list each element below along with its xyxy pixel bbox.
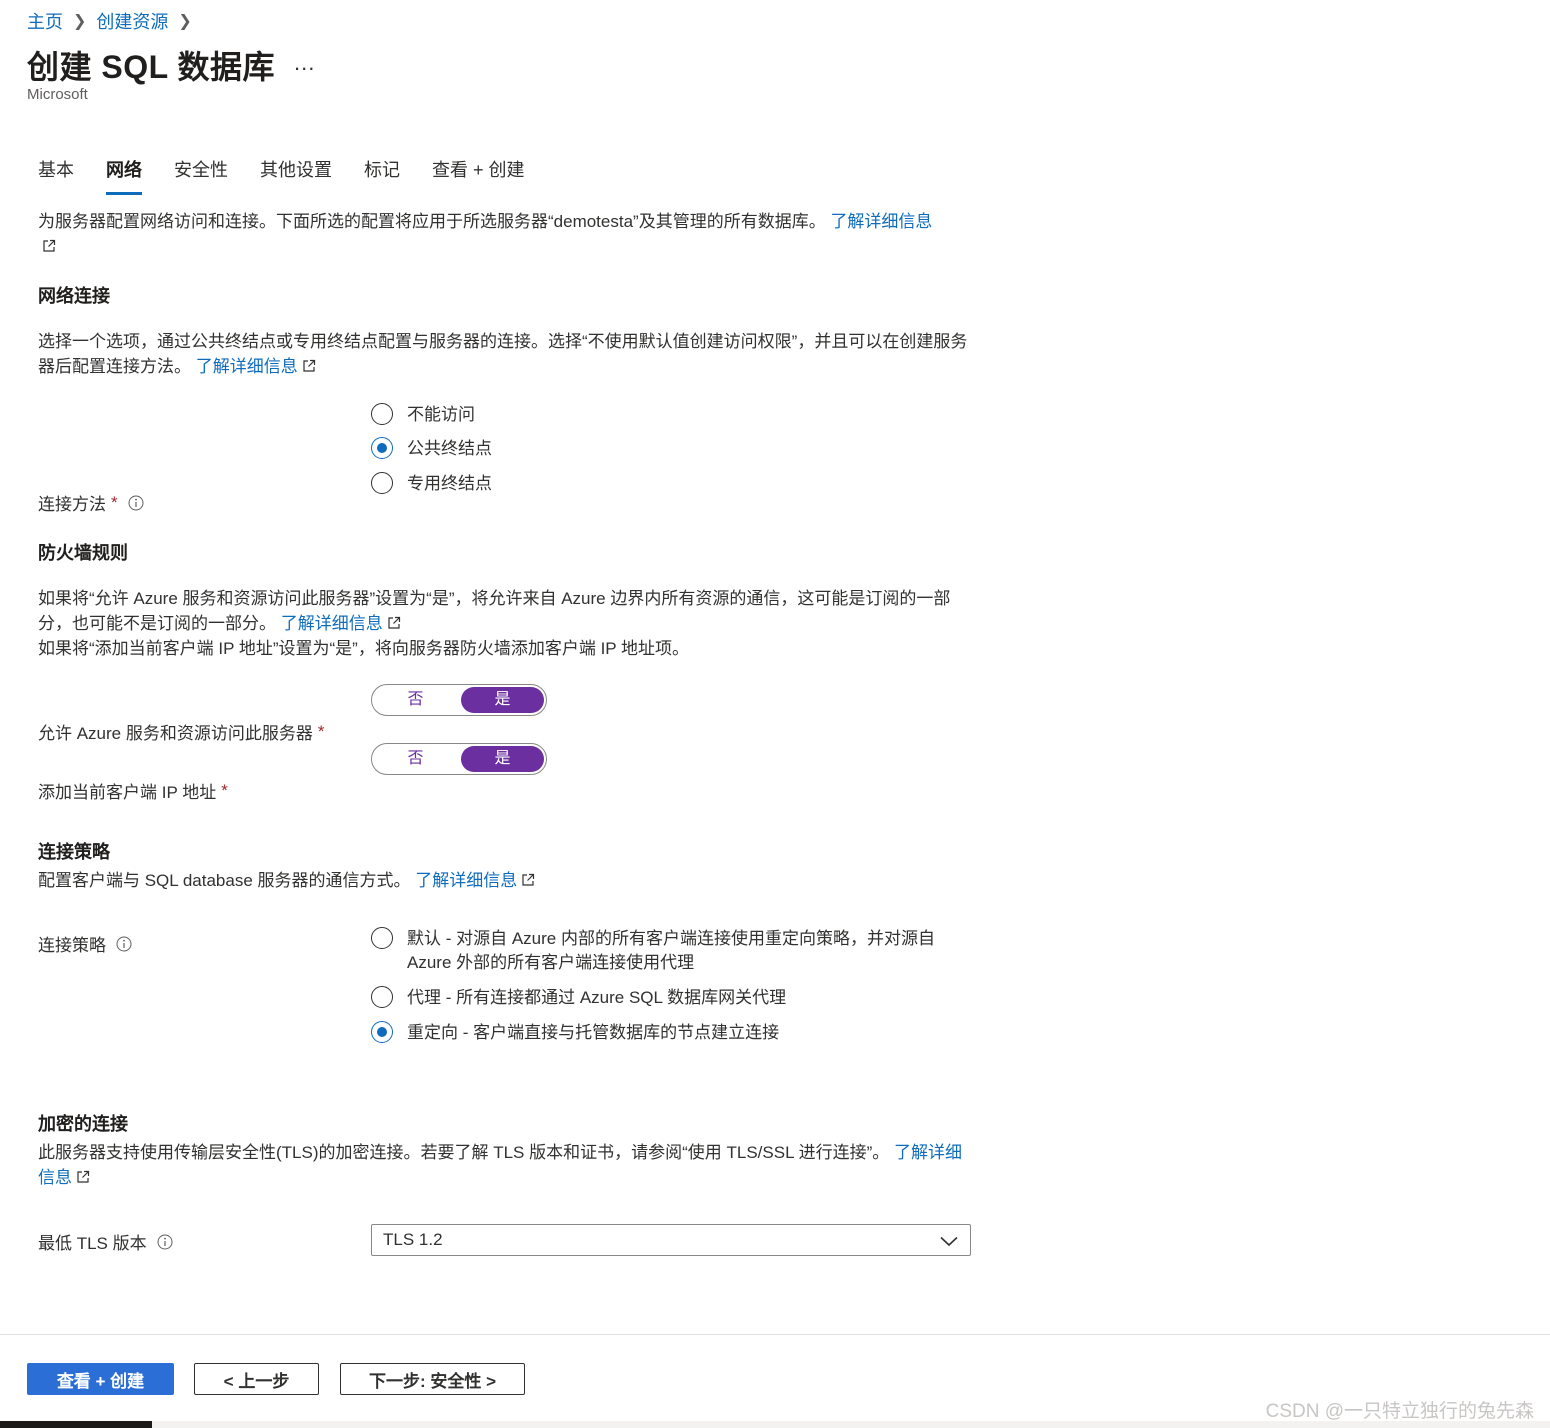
- radio-policy-redirect[interactable]: 重定向 - 客户端直接与托管数据库的节点建立连接: [371, 1021, 779, 1045]
- select-value: TLS 1.2: [383, 1230, 443, 1249]
- info-icon[interactable]: [128, 495, 144, 511]
- external-link-icon[interactable]: [302, 359, 316, 373]
- radio-policy-proxy[interactable]: 代理 - 所有连接都通过 Azure SQL 数据库网关代理: [371, 986, 786, 1010]
- add-client-ip-label: 添加当前客户端 IP 地址 *: [38, 778, 228, 803]
- label-text: 添加当前客户端 IP 地址: [38, 783, 217, 802]
- connection-policy-title: 连接策略: [38, 842, 110, 862]
- encryption-desc-text: 此服务器支持使用传输层安全性(TLS)的加密连接。若要了解 TLS 版本和证书，…: [38, 1143, 890, 1162]
- previous-button[interactable]: < 上一步: [194, 1363, 319, 1395]
- more-options-button[interactable]: ...: [294, 50, 315, 76]
- chevron-right-icon: ❯: [178, 13, 192, 30]
- radio-label: 公共终结点: [407, 439, 492, 458]
- radio-label-line1: 默认 - 对源自 Azure 内部的所有客户端连接使用重定向策略，并对源自: [407, 929, 935, 948]
- external-link-icon[interactable]: [76, 1170, 90, 1184]
- radio-label: 不能访问: [407, 405, 475, 424]
- next-security-button[interactable]: 下一步: 安全性 >: [340, 1363, 525, 1395]
- policy-desc-text: 配置客户端与 SQL database 服务器的通信方式。: [38, 871, 411, 890]
- encryption-learn-more-link-cont[interactable]: 信息: [38, 1168, 72, 1187]
- radio-public-endpoint[interactable]: 公共终结点: [371, 437, 492, 461]
- firewall-desc2-text: 如果将“添加当前客户端 IP 地址”设置为“是”，将向服务器防火墙添加客户端 I…: [38, 639, 690, 658]
- breadcrumb-create-resource-link[interactable]: 创建资源: [96, 8, 168, 34]
- tab-tags[interactable]: 标记: [364, 156, 400, 195]
- add-client-ip-toggle[interactable]: 否 是: [371, 743, 547, 775]
- page-title: 创建 SQL 数据库: [27, 49, 275, 85]
- firewall-description: 如果将“允许 Azure 服务和资源访问此服务器”设置为“是”，将允许来自 Az…: [38, 586, 973, 661]
- tab-bar: 基本 网络 安全性 其他设置 标记 查看 + 创建: [38, 156, 557, 195]
- min-tls-version-select[interactable]: TLS 1.2: [371, 1224, 971, 1256]
- radio-button[interactable]: [371, 403, 393, 425]
- intro-text: 为服务器配置网络访问和连接。下面所选的配置将应用于所选服务器“demotesta…: [38, 212, 826, 231]
- tab-basics[interactable]: 基本: [38, 156, 74, 195]
- toggle-no-option[interactable]: 否: [374, 687, 457, 713]
- network-connectivity-title: 网络连接: [38, 286, 110, 306]
- chevron-right-icon: ❯: [73, 13, 87, 30]
- network-learn-more-link[interactable]: 了解详细信息: [196, 357, 298, 376]
- radio-button[interactable]: [371, 472, 393, 494]
- tab-networking[interactable]: 网络: [106, 156, 142, 195]
- toggle-yes-option[interactable]: 是: [461, 687, 544, 713]
- radio-policy-default[interactable]: 默认 - 对源自 Azure 内部的所有客户端连接使用重定向策略，并对源自 Az…: [371, 927, 935, 975]
- tab-security[interactable]: 安全性: [174, 156, 228, 195]
- connection-policy-label: 连接策略: [38, 931, 132, 956]
- firewall-rules-title: 防火墙规则: [38, 543, 128, 563]
- radio-button-selected[interactable]: [371, 437, 393, 459]
- chevron-down-icon[interactable]: [940, 1233, 958, 1247]
- radio-no-access[interactable]: 不能访问: [371, 403, 475, 427]
- label-text: 允许 Azure 服务和资源访问此服务器: [38, 724, 313, 743]
- toggle-yes-option[interactable]: 是: [461, 746, 544, 772]
- radio-label: 重定向 - 客户端直接与托管数据库的节点建立连接: [407, 1023, 780, 1042]
- info-icon[interactable]: [116, 936, 132, 952]
- network-desc-text: 选择一个选项，通过公共终结点或专用终结点配置与服务器的连接。选择“不使用默认值创…: [38, 332, 968, 376]
- required-asterisk: *: [317, 721, 325, 741]
- label-text: 最低 TLS 版本: [38, 1234, 147, 1253]
- allow-azure-services-label: 允许 Azure 服务和资源访问此服务器 *: [38, 719, 324, 744]
- tab-additional-settings[interactable]: 其他设置: [260, 156, 332, 195]
- external-link-icon[interactable]: [42, 239, 56, 253]
- radio-button[interactable]: [371, 927, 393, 949]
- external-link-icon[interactable]: [521, 873, 535, 887]
- radio-label: 专用终结点: [407, 474, 492, 493]
- radio-private-endpoint[interactable]: 专用终结点: [371, 472, 492, 496]
- info-icon[interactable]: [157, 1234, 173, 1250]
- taskbar-strip: [0, 1421, 1550, 1428]
- network-description: 选择一个选项，通过公共终结点或专用终结点配置与服务器的连接。选择“不使用默认值创…: [38, 329, 973, 379]
- connectivity-method-label: 连接方法 *: [38, 490, 144, 515]
- allow-azure-services-toggle[interactable]: 否 是: [371, 684, 547, 716]
- encryption-description: 此服务器支持使用传输层安全性(TLS)的加密连接。若要了解 TLS 版本和证书，…: [38, 1140, 973, 1190]
- radio-label-line2: Azure 外部的所有客户端连接使用代理: [407, 953, 695, 972]
- label-text: 连接策略: [38, 936, 106, 955]
- firewall-desc1-text: 如果将“允许 Azure 服务和资源访问此服务器”设置为“是”，将允许来自 Az…: [38, 589, 951, 633]
- footer-divider: [0, 1334, 1550, 1335]
- policy-description: 配置客户端与 SQL database 服务器的通信方式。 了解详细信息: [38, 868, 973, 893]
- breadcrumb: 主页 ❯ 创建资源 ❯: [27, 8, 202, 34]
- min-tls-version-label: 最低 TLS 版本: [38, 1229, 173, 1254]
- review-create-button[interactable]: 查看 + 创建: [27, 1363, 174, 1395]
- radio-button[interactable]: [371, 986, 393, 1008]
- publisher-label: Microsoft: [27, 86, 88, 103]
- watermark: CSDN @一只特立独行的兔先森: [1265, 1401, 1534, 1422]
- required-asterisk: *: [111, 492, 118, 512]
- label-text: 连接方法: [38, 495, 106, 514]
- encrypted-connections-title: 加密的连接: [38, 1114, 128, 1134]
- required-asterisk: *: [221, 780, 228, 800]
- radio-label: 默认 - 对源自 Azure 内部的所有客户端连接使用重定向策略，并对源自 Az…: [407, 927, 935, 975]
- toggle-no-option[interactable]: 否: [374, 746, 457, 772]
- external-link-icon[interactable]: [387, 616, 401, 630]
- intro-description: 为服务器配置网络访问和连接。下面所选的配置将应用于所选服务器“demotesta…: [38, 209, 973, 259]
- tab-review-create[interactable]: 查看 + 创建: [432, 156, 525, 195]
- intro-learn-more-link[interactable]: 了解详细信息: [830, 212, 932, 231]
- policy-learn-more-link[interactable]: 了解详细信息: [415, 871, 517, 890]
- encryption-learn-more-link[interactable]: 了解详细: [894, 1143, 962, 1162]
- radio-button-selected[interactable]: [371, 1021, 393, 1043]
- breadcrumb-home-link[interactable]: 主页: [27, 8, 63, 34]
- radio-label: 代理 - 所有连接都通过 Azure SQL 数据库网关代理: [407, 988, 787, 1007]
- firewall-learn-more-link[interactable]: 了解详细信息: [281, 614, 383, 633]
